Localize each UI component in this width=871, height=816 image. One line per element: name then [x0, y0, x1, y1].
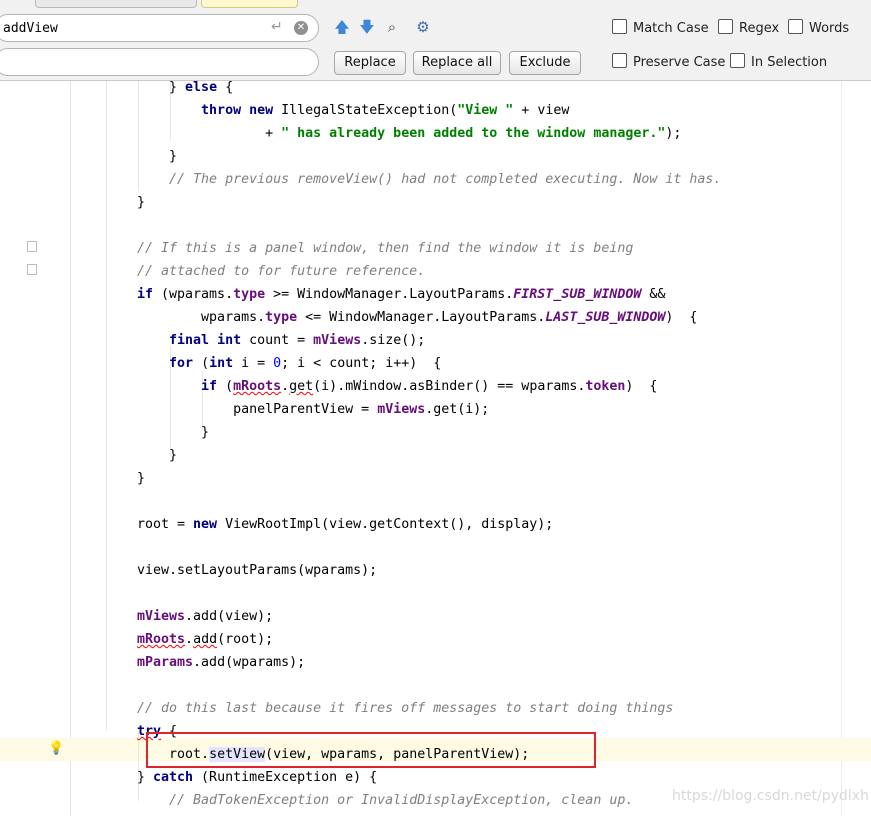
gutter-separator: [70, 81, 71, 816]
preserve-case-checkbox[interactable]: Preserve Case: [612, 53, 725, 71]
code-line: view.setLayoutParams(wparams);: [137, 563, 378, 578]
code-editor[interactable]: 💡 } else { throw new IllegalStateExcepti…: [0, 81, 871, 816]
code-line: }: [169, 448, 178, 463]
code-line: }: [137, 471, 146, 486]
fold-end-marker[interactable]: [27, 264, 37, 275]
match-case-checkbox[interactable]: Match Case: [612, 19, 709, 37]
code-line: if (mRoots.get(i).mWindow.asBinder() == …: [201, 379, 658, 394]
exclude-button[interactable]: Exclude: [509, 51, 581, 75]
code-line: } else {: [169, 81, 234, 95]
code-line: panelParentView = mViews.get(i);: [233, 402, 490, 417]
editor-tab-stub-active[interactable]: [201, 0, 298, 8]
code-line: for (int i = 0; i < count; i++) {: [169, 356, 442, 371]
clear-search-icon[interactable]: ✕: [294, 21, 308, 35]
new-line-icon[interactable]: ↵: [271, 19, 283, 35]
replace-all-button[interactable]: Replace all: [413, 51, 501, 75]
lightbulb-icon[interactable]: 💡: [48, 741, 64, 757]
code-line: }: [137, 195, 146, 210]
find-replace-bar: ↵ ✕ 🡅 🡇 ⌕ ⚙ Replace Replace all Exclude …: [0, 0, 871, 81]
code-line: mRoots.add(root);: [137, 632, 274, 647]
code-line: throw new IllegalStateException("View " …: [201, 103, 570, 118]
regex-checkbox[interactable]: Regex: [718, 19, 779, 37]
in-selection-checkbox[interactable]: In Selection: [730, 53, 827, 71]
code-line: // attached to for future reference.: [137, 264, 426, 279]
right-margin-guide: [841, 81, 842, 816]
indent-guide: [106, 81, 107, 731]
code-line: }: [169, 149, 178, 164]
regex-label: Regex: [739, 21, 780, 36]
replace-field[interactable]: [0, 48, 319, 76]
code-line: mParams.add(wparams);: [137, 655, 306, 670]
watermark: https://blog.csdn.net/pydlxh: [672, 788, 869, 804]
filter-settings-icon[interactable]: ⚙: [414, 17, 432, 37]
code-line: // BadTokenException or InvalidDisplayEx…: [169, 793, 634, 808]
code-line: if (wparams.type >= WindowManager.Layout…: [137, 287, 666, 302]
fold-start-marker[interactable]: [27, 241, 37, 252]
code-line: mViews.add(view);: [137, 609, 274, 624]
match-case-label: Match Case: [633, 21, 709, 36]
preserve-case-box[interactable]: [612, 53, 627, 68]
words-box[interactable]: [788, 19, 803, 34]
code-line: wparams.type <= WindowManager.LayoutPara…: [201, 310, 698, 325]
words-label: Words: [809, 21, 850, 36]
code-line: // If this is a panel window, then find …: [137, 241, 634, 256]
annotation-highlight-box: [146, 732, 596, 768]
search-input[interactable]: [3, 19, 263, 37]
in-selection-box[interactable]: [730, 53, 745, 68]
code-line: // The previous removeView() had not com…: [169, 172, 722, 187]
code-line: }: [201, 425, 210, 440]
previous-occurrence-icon[interactable]: 🡅: [333, 17, 351, 37]
replace-input[interactable]: [3, 53, 263, 71]
editor-tab-stub[interactable]: [35, 0, 197, 8]
match-case-box[interactable]: [612, 19, 627, 34]
replace-button[interactable]: Replace: [334, 51, 406, 75]
preserve-case-label: Preserve Case: [633, 55, 726, 70]
search-field[interactable]: ↵ ✕: [0, 14, 319, 42]
code-line: final int count = mViews.size();: [169, 333, 426, 348]
code-line: + " has already been added to the window…: [265, 126, 682, 141]
code-line: } catch (RuntimeException e) {: [137, 770, 378, 785]
find-all-icon[interactable]: ⌕: [383, 17, 401, 37]
next-occurrence-icon[interactable]: 🡇: [358, 17, 376, 37]
words-checkbox[interactable]: Words: [788, 19, 849, 37]
in-selection-label: In Selection: [751, 55, 828, 70]
code-line: root = new ViewRootImpl(view.getContext(…: [137, 517, 554, 532]
regex-box[interactable]: [718, 19, 733, 34]
code-line: // do this last because it fires off mes…: [137, 701, 674, 716]
